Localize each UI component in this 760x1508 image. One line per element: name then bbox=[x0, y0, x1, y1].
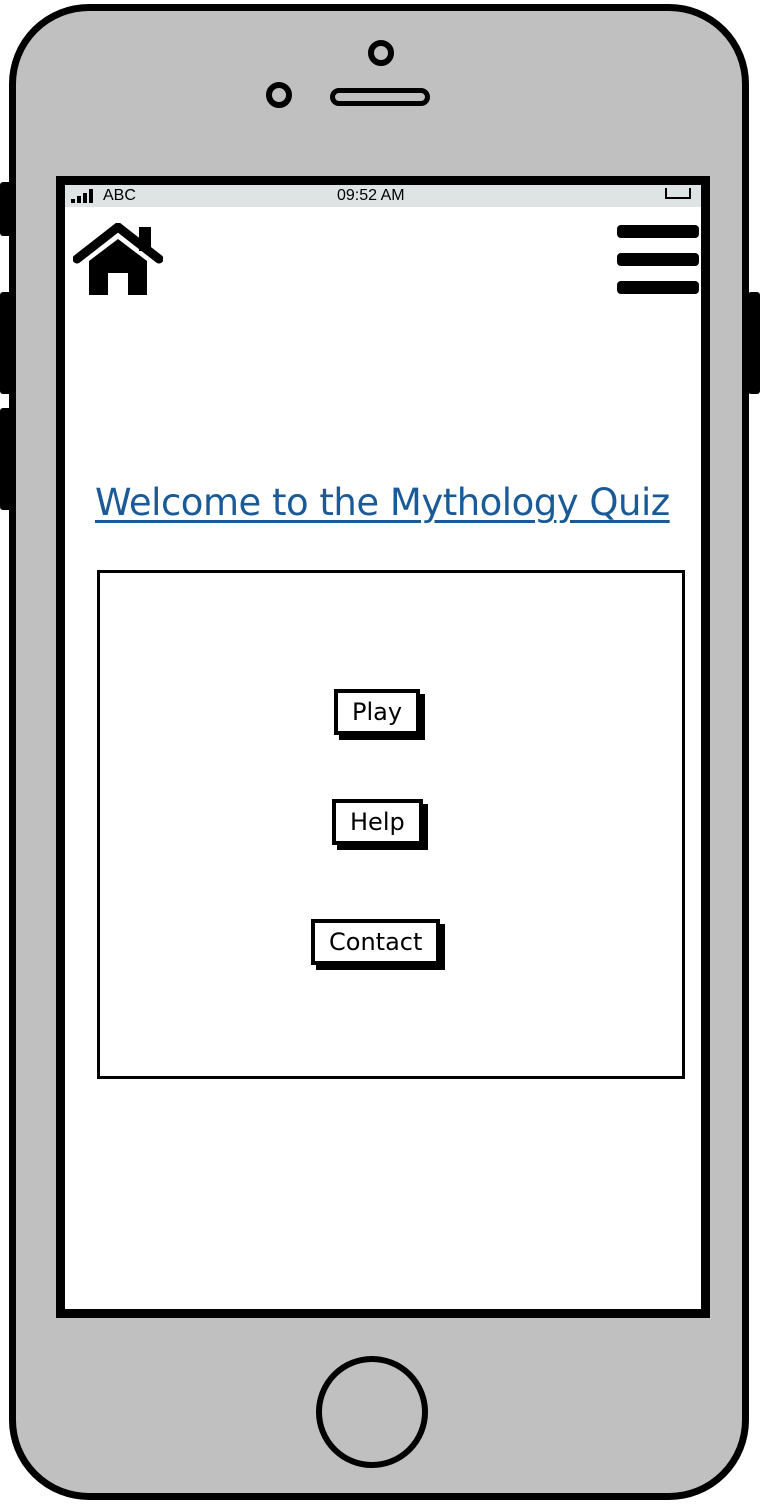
phone-screen: ABC 09:52 AM Welcome to the Mythology Qu… bbox=[56, 176, 710, 1318]
earpiece-speaker bbox=[330, 88, 430, 106]
hamburger-menu-icon[interactable] bbox=[617, 225, 701, 297]
power-button bbox=[748, 292, 760, 394]
device-home-button[interactable] bbox=[316, 1356, 428, 1468]
status-time: 09:52 AM bbox=[337, 187, 405, 204]
signal-icon bbox=[71, 189, 97, 203]
proximity-sensor bbox=[266, 82, 292, 108]
status-bar: ABC 09:52 AM bbox=[65, 185, 701, 207]
help-button[interactable]: Help bbox=[332, 799, 423, 845]
contact-button[interactable]: Contact bbox=[311, 919, 441, 965]
home-icon[interactable] bbox=[72, 221, 164, 297]
quiz-menu-panel: Play Help Contact bbox=[97, 570, 685, 1079]
play-button[interactable]: Play bbox=[334, 689, 421, 735]
page-title: Welcome to the Mythology Quiz bbox=[95, 481, 670, 524]
front-camera bbox=[368, 40, 394, 66]
battery-icon bbox=[665, 188, 691, 199]
carrier-label: ABC bbox=[103, 187, 136, 204]
